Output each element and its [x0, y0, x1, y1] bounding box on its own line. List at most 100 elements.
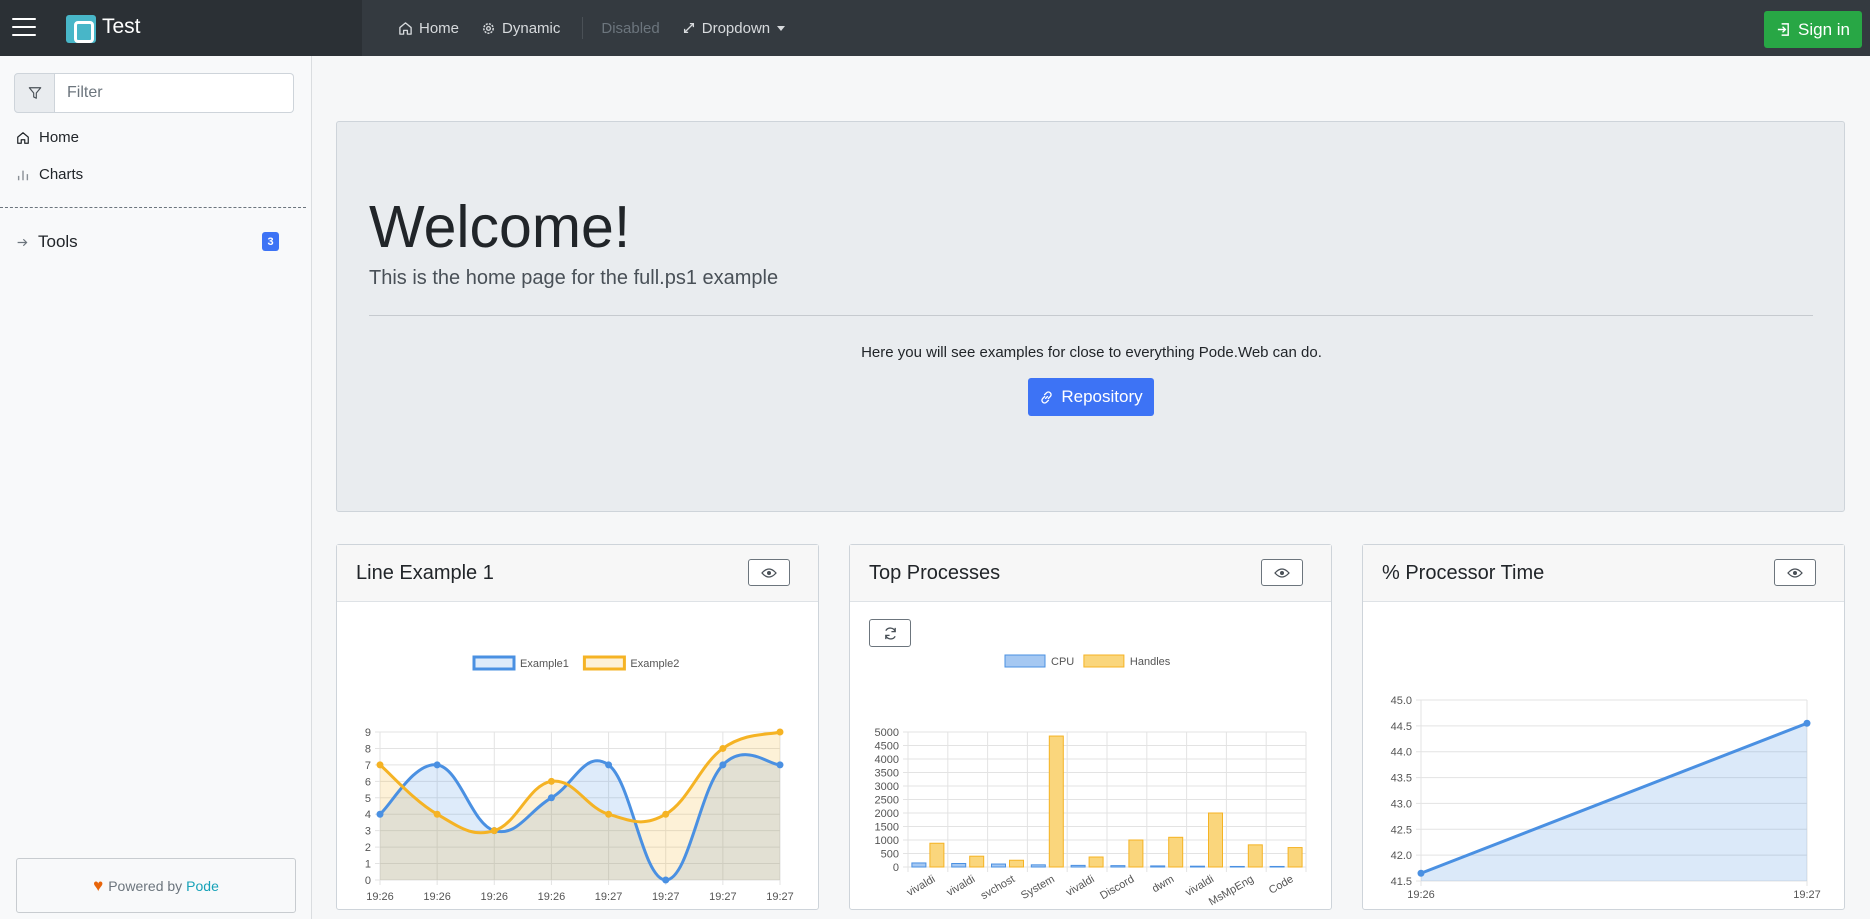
x-tick-label: System: [1019, 873, 1057, 902]
y-tick-label: 44.0: [1391, 747, 1412, 759]
x-tick-label: 19:26: [481, 891, 509, 903]
heart-icon: ♥: [93, 875, 104, 895]
legend-label: Example2: [630, 658, 679, 670]
nav-item-dynamic[interactable]: Dynamic: [481, 20, 560, 37]
sidebar-divider: [0, 207, 306, 208]
line-chart: 0 1 2 3 4 5 6 7 8 9 19:26 19:26 19:26 19:26 19:27 19:27…: [365, 655, 794, 903]
top-navbar: Test Home Dynamic Disabled Dropdown Sign…: [0, 0, 1870, 56]
pode-link[interactable]: Pode: [186, 878, 219, 894]
sidebar-item-home[interactable]: Home: [16, 129, 79, 146]
card-processor-time: % Processor Time 41.5 42.0 42.5 43.0 43.5 44.…: [1362, 544, 1845, 910]
card-title: Top Processes: [869, 562, 1001, 584]
bar: [1009, 859, 1024, 868]
y-tick-label: 2500: [875, 795, 899, 807]
x-tick-label: 19:27: [766, 891, 794, 903]
x-tick-label: MsMpEng: [1207, 873, 1256, 908]
bar-chart: 0500 10001500 20002500 30003500 40004500 5000…: [875, 654, 1307, 908]
bar-chart-icon: [17, 170, 29, 180]
x-tick-label: dwm: [1150, 873, 1176, 895]
y-tick-label: 3000: [875, 781, 899, 793]
data-point: [776, 761, 784, 769]
card-header: Top Processes: [850, 545, 1331, 602]
nav-items: Home Dynamic Disabled Dropdown: [398, 0, 807, 56]
y-tick-label: 8: [365, 743, 371, 755]
home-icon: [17, 131, 29, 144]
data-point: [776, 728, 784, 736]
repository-button[interactable]: Repository: [1028, 378, 1154, 416]
x-tick-label: 19:26: [423, 891, 451, 903]
link-icon: [1041, 390, 1053, 404]
nav-item-label: Dropdown: [701, 19, 771, 37]
y-tick-label: 7: [365, 760, 371, 772]
data-point: [719, 744, 727, 752]
y-tick-label: 2: [365, 842, 371, 854]
sidebar-item-label: Charts: [39, 166, 84, 183]
data-point: [376, 761, 384, 769]
filter-input[interactable]: [55, 73, 294, 113]
nav-item-label: Home: [419, 19, 460, 37]
nav-item-home[interactable]: Home: [398, 20, 459, 37]
filter-group: [14, 73, 294, 113]
x-tick-label: vivaldi: [905, 873, 937, 899]
chevron-down-icon: [777, 25, 786, 31]
nav-item-dropdown[interactable]: Dropdown: [682, 19, 786, 37]
y-tick-label: 43.5: [1391, 773, 1412, 785]
legend-swatch: [1004, 654, 1046, 668]
powered-by-text: Powered by: [108, 877, 183, 894]
sidebar: Home Charts Tools 3 ♥ Powered by Pode: [0, 56, 312, 919]
bar: [1190, 865, 1205, 868]
y-tick-label: 42.5: [1391, 824, 1412, 836]
sidebar-item-charts[interactable]: Charts: [16, 166, 83, 183]
bar: [1030, 864, 1046, 868]
filter-button[interactable]: [14, 73, 55, 113]
sign-in-label: Sign in: [1798, 19, 1850, 39]
y-tick-label: 44.5: [1391, 721, 1412, 733]
gear-icon: [483, 22, 494, 34]
bar: [1110, 865, 1126, 868]
y-tick-label: 0: [893, 862, 899, 874]
card-line-example: Line Example 1 0 1 2 3 4 5 6 7 8 9 19:26 19:26 19:26…: [336, 544, 819, 910]
y-tick-label: 41.5: [1391, 876, 1412, 888]
y-tick-label: 0: [365, 875, 371, 887]
jumbotron-description: Here you will see examples for close to …: [861, 344, 1322, 361]
y-tick-label: 1500: [875, 822, 899, 834]
legend-label: CPU: [1051, 656, 1074, 668]
y-tick-label: 1: [365, 859, 371, 871]
data-point: [490, 827, 498, 835]
x-tick-label: 19:27: [1793, 889, 1821, 901]
menu-toggle-icon[interactable]: [12, 18, 36, 38]
sidebar-item-tools[interactable]: Tools: [16, 232, 78, 252]
legend-label: Example1: [520, 658, 569, 670]
bar: [1048, 735, 1064, 868]
y-tick-label: 4500: [875, 741, 899, 753]
y-tick-label: 2000: [875, 808, 899, 820]
home-icon: [399, 21, 412, 35]
bar: [929, 842, 945, 868]
x-tick-label: svchost: [979, 873, 1017, 902]
y-tick-label: 45.0: [1391, 695, 1412, 707]
data-point: [662, 810, 670, 818]
toggle-visibility-button[interactable]: [1261, 559, 1303, 586]
x-tick-label: 19:27: [652, 891, 680, 903]
y-tick-label: 3: [365, 826, 371, 838]
nav-item-label: Disabled: [601, 19, 660, 37]
toggle-visibility-button[interactable]: [748, 559, 790, 586]
tools-count-badge: 3: [262, 232, 279, 251]
x-tick-label: 19:26: [366, 891, 394, 903]
y-tick-label: 1000: [875, 835, 899, 847]
x-tick-label: vivaldi: [945, 873, 977, 899]
sidebar-item-label: Tools: [38, 232, 78, 251]
sign-in-button[interactable]: Sign in: [1764, 11, 1862, 48]
toggle-visibility-button[interactable]: [1774, 559, 1816, 586]
y-tick-label: 43.0: [1391, 798, 1412, 810]
data-point: [662, 876, 670, 884]
pode-logo[interactable]: [66, 15, 96, 43]
y-tick-label: 3500: [875, 768, 899, 780]
nav-item-disabled: Disabled: [601, 20, 659, 37]
card-top-processes: Top Processes 0 500 1000 1500 2000 2500 3000 35…: [849, 544, 1332, 910]
brand-title[interactable]: Test: [102, 15, 141, 39]
page-title: Welcome!: [369, 194, 631, 260]
bar: [1269, 865, 1285, 868]
x-tick-label: Code: [1267, 873, 1296, 897]
bar: [1088, 856, 1104, 868]
